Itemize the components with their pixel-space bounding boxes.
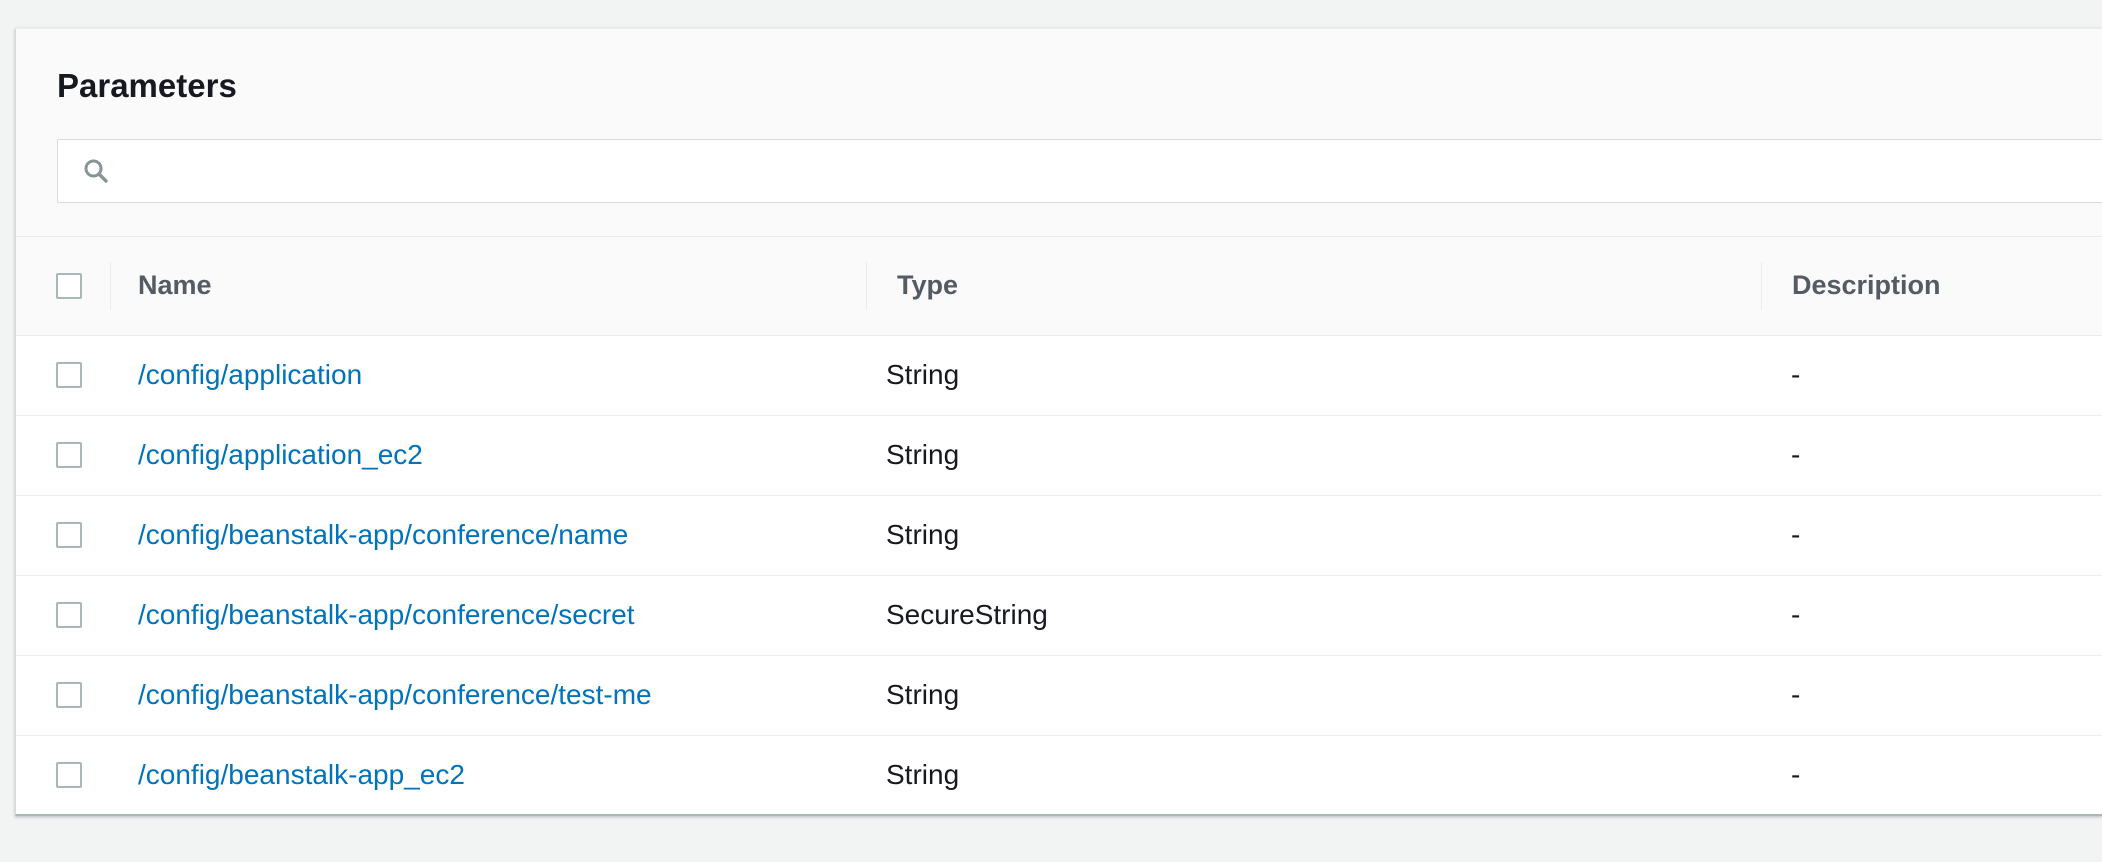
parameter-description: - bbox=[1791, 759, 1801, 791]
parameter-type: String bbox=[886, 439, 960, 470]
parameters-panel: Parameters Name Type Description /config… bbox=[15, 28, 2102, 816]
row-checkbox[interactable] bbox=[56, 762, 82, 789]
parameter-name-link[interactable]: /config/application_ec2 bbox=[138, 439, 423, 470]
table-row: /config/beanstalk-app/conference/secret … bbox=[16, 575, 2102, 655]
table-row: /config/application_ec2 String - bbox=[16, 415, 2102, 495]
parameters-table: Name Type Description /config/applicatio… bbox=[16, 237, 2102, 815]
search-box[interactable] bbox=[57, 139, 2102, 203]
search-icon bbox=[80, 155, 112, 187]
parameter-description: - bbox=[1791, 679, 1801, 710]
panel-header: Parameters bbox=[16, 29, 2102, 237]
search-input[interactable] bbox=[112, 140, 2102, 202]
parameter-description: - bbox=[1791, 519, 1801, 550]
column-header-description-label: Description bbox=[1792, 270, 1941, 301]
panel-title: Parameters bbox=[57, 67, 237, 104]
column-header-type-label: Type bbox=[897, 270, 959, 301]
row-checkbox[interactable] bbox=[56, 522, 82, 548]
table-row: /config/application String - bbox=[16, 335, 2102, 415]
parameter-name-link[interactable]: /config/beanstalk-app/conference/test-me bbox=[138, 679, 652, 710]
row-checkbox[interactable] bbox=[56, 682, 82, 708]
parameter-type: String bbox=[886, 759, 960, 791]
table-header: Name Type Description bbox=[16, 237, 2102, 336]
table-body: /config/application String - /config/app… bbox=[16, 335, 2102, 815]
row-checkbox[interactable] bbox=[56, 362, 82, 388]
select-all-cell bbox=[16, 237, 126, 336]
select-all-checkbox[interactable] bbox=[56, 272, 82, 299]
parameter-type: SecureString bbox=[886, 599, 1048, 630]
column-header-name[interactable]: Name bbox=[126, 237, 866, 336]
parameter-description: - bbox=[1791, 359, 1801, 390]
parameter-description: - bbox=[1791, 599, 1801, 630]
parameter-name-link[interactable]: /config/beanstalk-app_ec2 bbox=[138, 759, 465, 790]
row-checkbox[interactable] bbox=[56, 442, 82, 468]
column-header-type[interactable]: Type bbox=[866, 237, 1761, 336]
table-header-row: Name Type Description bbox=[16, 237, 2102, 336]
column-header-name-label: Name bbox=[138, 270, 212, 301]
row-checkbox[interactable] bbox=[56, 602, 82, 628]
parameter-description: - bbox=[1791, 439, 1801, 470]
table-row: /config/beanstalk-app/conference/test-me… bbox=[16, 655, 2102, 735]
parameter-name-link[interactable]: /config/application bbox=[138, 359, 362, 390]
parameter-type: String bbox=[886, 359, 960, 390]
parameter-name-link[interactable]: /config/beanstalk-app/conference/secret bbox=[138, 599, 635, 630]
parameter-type: String bbox=[886, 679, 960, 710]
parameter-type: String bbox=[886, 519, 960, 550]
column-header-description[interactable]: Description bbox=[1761, 237, 2102, 336]
parameter-name-link[interactable]: /config/beanstalk-app/conference/name bbox=[138, 519, 628, 550]
table-row: /config/beanstalk-app/conference/name St… bbox=[16, 495, 2102, 575]
table-row: /config/beanstalk-app_ec2 String - bbox=[16, 735, 2102, 815]
